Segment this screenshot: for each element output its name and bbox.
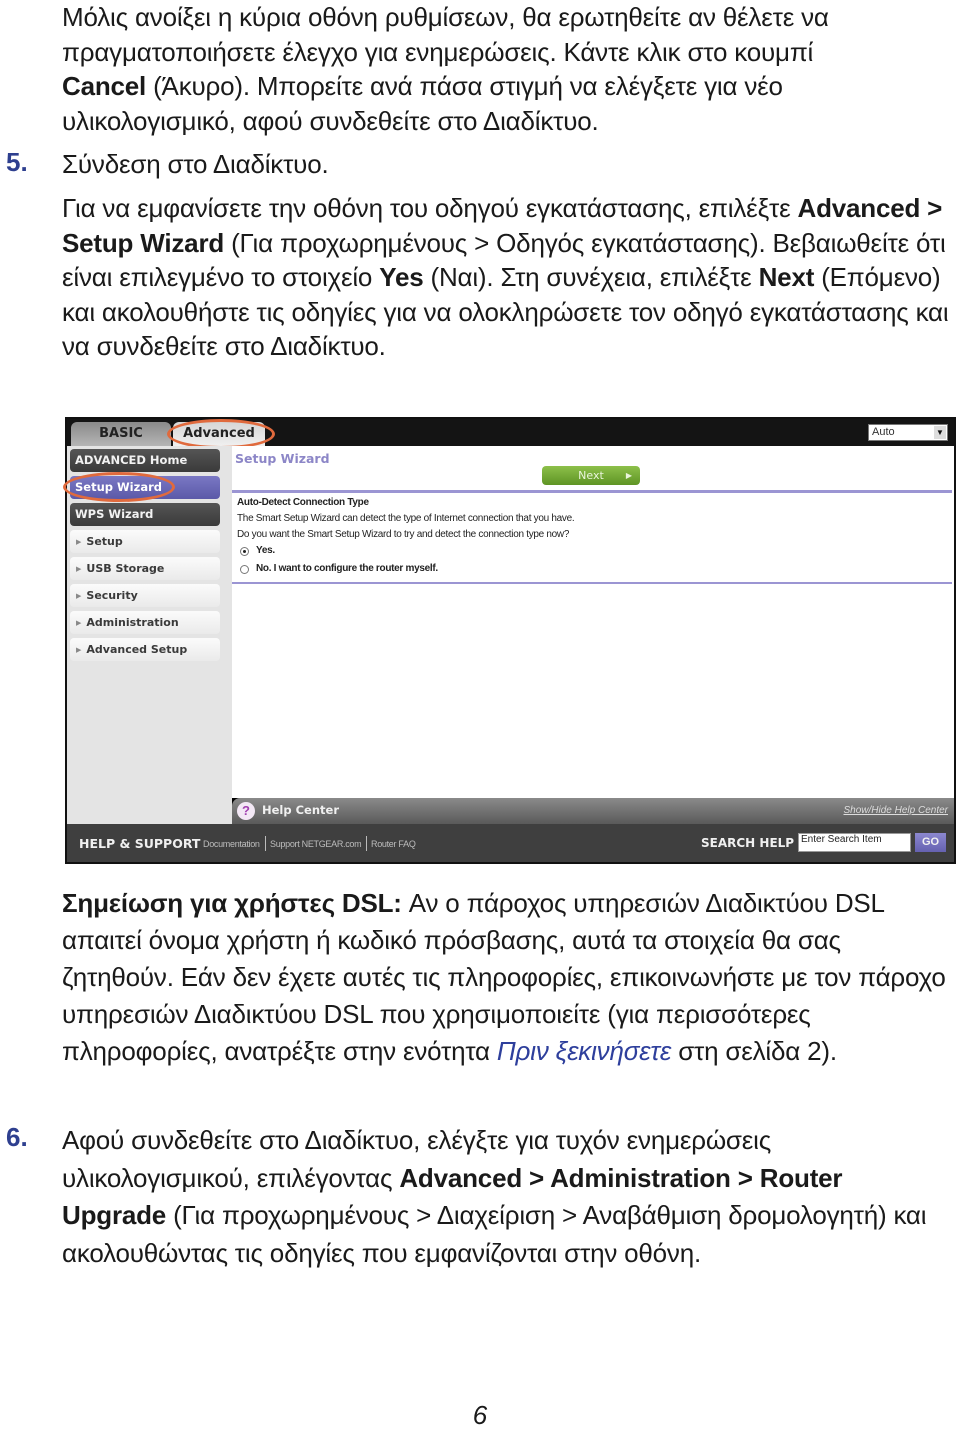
- intro-line: (Άκυρο). Μπορείτε ανά πάσα στιγμή να ελέ…: [146, 71, 783, 101]
- separator: [265, 836, 266, 851]
- highlight-circle-advanced: [167, 419, 275, 449]
- help-support-title: HELP & SUPPORT: [79, 836, 201, 851]
- router-top-bar: BASIC Advanced Auto ▼: [67, 419, 954, 449]
- search-help-input[interactable]: Enter Search Item: [798, 833, 911, 852]
- router-screenshot: BASIC Advanced Auto ▼ ADVANCED Home Setu…: [63, 417, 956, 864]
- search-help-label: SEARCH HELP: [701, 836, 795, 850]
- sidebar-item-advanced-home[interactable]: ADVANCED Home: [70, 449, 220, 472]
- separator: [366, 836, 367, 851]
- radio-no-label[interactable]: No. I want to configure the router mysel…: [256, 563, 438, 574]
- section-title: Auto-Detect Connection Type: [237, 497, 369, 508]
- sidebar-item-wps-wizard[interactable]: WPS Wizard: [70, 503, 220, 526]
- dropdown-arrow-icon: ▼: [934, 426, 946, 439]
- step-5-title: Σύνδεση στο Διαδίκτυο.: [62, 149, 329, 179]
- radio-yes[interactable]: [240, 547, 249, 556]
- next-button[interactable]: Next ▶: [542, 466, 640, 485]
- sidebar-item-label: ADVANCED Home: [75, 453, 188, 467]
- router-sidebar: ADVANCED Home Setup Wizard WPS Wizard ▶ S…: [63, 446, 232, 824]
- intro-line: πραγματοποιήσετε έλεγχο για ενημερώσεις.…: [62, 36, 814, 67]
- expand-triangle-icon: ▶: [76, 565, 82, 573]
- sidebar-item-setup[interactable]: ▶ Setup: [70, 530, 220, 553]
- sidebar-item-security[interactable]: ▶ Security: [70, 584, 220, 607]
- body-text: (Ναι). Στη συνέχεια, επιλέξτε: [423, 262, 759, 292]
- go-button[interactable]: GO: [915, 833, 946, 852]
- help-center-bar: ? Help Center Show/Hide Help Center: [232, 798, 954, 824]
- sidebar-item-label: Advanced Setup: [86, 643, 188, 656]
- language-select-value: Auto: [872, 426, 895, 438]
- documentation-link[interactable]: Documentation: [203, 839, 260, 849]
- sidebar-item-label: Setup: [86, 535, 123, 548]
- description-text: The Smart Setup Wizard can detect the ty…: [237, 513, 575, 524]
- expand-triangle-icon: ▶: [76, 619, 82, 627]
- question-text: Do you want the Smart Setup Wizard to tr…: [237, 529, 570, 540]
- language-select[interactable]: Auto ▼: [868, 424, 948, 441]
- intro-line: υλικολογισμικό, αφού συνδεθείτε στο Διαδ…: [62, 105, 599, 136]
- router-footer: HELP & SUPPORT Documentation Support NET…: [67, 824, 954, 862]
- divider: [232, 490, 952, 493]
- sidebar-item-advanced-setup[interactable]: ▶ Advanced Setup: [70, 638, 220, 661]
- cancel-term: Cancel: [62, 71, 147, 101]
- sidebar-item-label: Administration: [86, 616, 179, 629]
- intro-line: Μόλις ανοίξει η κύρια οθόνη ρυθμίσεων, θ…: [62, 2, 829, 32]
- page-number: 6: [472, 1400, 488, 1430]
- sidebar-item-label: USB Storage: [86, 562, 165, 575]
- sidebar-item-administration[interactable]: ▶ Administration: [70, 611, 220, 634]
- note-text: στη σελίδα 2).: [671, 1036, 837, 1066]
- next-button-label: Next: [578, 469, 604, 482]
- divider: [232, 582, 952, 584]
- sidebar-item-usb-storage[interactable]: ▶ USB Storage: [70, 557, 220, 580]
- tab-basic[interactable]: BASIC: [71, 422, 171, 446]
- show-hide-help-link[interactable]: Show/Hide Help Center: [844, 805, 949, 816]
- sidebar-item-label: WPS Wizard: [75, 507, 154, 521]
- step-6-body: Αφού συνδεθείτε στο Διαδίκτυο, ελέγξτε γ…: [62, 1122, 952, 1272]
- body-text: Για να εμφανίσετε την οθόνη του οδηγού ε…: [62, 193, 798, 223]
- sidebar-item-label: Security: [86, 589, 138, 602]
- yes-term: Yes: [379, 262, 424, 292]
- dsl-note: Σημείωση για χρήστες DSL: Αν ο πάροχος υ…: [62, 885, 952, 1070]
- radio-no[interactable]: [240, 565, 249, 574]
- router-main-panel: Setup Wizard Next ▶ Auto-Detect Connectio…: [232, 446, 954, 798]
- highlight-circle-setup-wizard: [63, 472, 175, 502]
- panel-title: Setup Wizard: [235, 451, 330, 466]
- help-center-label[interactable]: Help Center: [262, 803, 339, 817]
- support-netgear-link[interactable]: Support NETGEAR.com: [270, 839, 362, 849]
- before-you-begin-link[interactable]: Πριν ξεκινήσετε: [497, 1036, 671, 1066]
- expand-triangle-icon: ▶: [76, 646, 82, 654]
- note-label: Σημείωση για χρήστες DSL:: [62, 888, 402, 918]
- body-text: (Για προχωρημένους > Διαχείριση > Αναβάθ…: [62, 1200, 927, 1268]
- step-5-number: 5.: [6, 147, 28, 177]
- step-6-number: 6.: [6, 1122, 28, 1152]
- expand-triangle-icon: ▶: [76, 538, 82, 546]
- router-faq-link[interactable]: Router FAQ: [371, 839, 416, 849]
- intro-paragraph: Μόλις ανοίξει η κύρια οθόνη ρυθμίσεων, θ…: [62, 0, 952, 138]
- arrow-right-icon: ▶: [625, 471, 632, 480]
- expand-triangle-icon: ▶: [76, 592, 82, 600]
- radio-yes-label[interactable]: Yes.: [256, 545, 275, 556]
- step-5-body: Για να εμφανίσετε την οθόνη του οδηγού ε…: [62, 191, 952, 364]
- next-term: Next: [758, 262, 815, 292]
- help-question-icon: ?: [237, 802, 255, 820]
